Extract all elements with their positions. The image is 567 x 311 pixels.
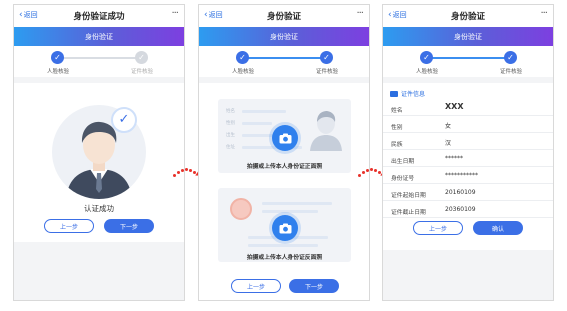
step-connector (427, 57, 511, 59)
back-label: 返回 (23, 11, 38, 19)
step-1-label: 人脸核验 (415, 69, 438, 75)
row-label: 身份证号 (391, 176, 415, 182)
row-value: 女 (445, 123, 452, 130)
page-title: 身份验证 (266, 12, 301, 22)
step-1-check-icon: ✓ (51, 51, 64, 64)
id-card-back-upload[interactable]: 拍摄或上传本人身份证反面照 (218, 188, 351, 262)
success-check-icon: ✓ (111, 107, 137, 133)
next-step-button[interactable]: 下一步 (289, 279, 339, 293)
step-1-check-icon: ✓ (420, 51, 433, 64)
step-indicator: ✓ ✓ 人脸核验 证件核验 (199, 46, 369, 83)
back-button[interactable]: ‹ 返回 (388, 10, 407, 20)
prev-step-button[interactable]: 上一步 (44, 219, 94, 233)
card-key-gender: 性别 (226, 121, 235, 126)
card-key-name: 姓名 (226, 109, 235, 114)
row-value: 20160109 (445, 189, 476, 196)
step-1-label: 人脸核验 (46, 69, 69, 75)
step-2-label: 证件核验 (130, 69, 153, 75)
row-value: 20360109 (445, 206, 476, 213)
row-value: XXX (445, 102, 464, 111)
chevron-left-icon: ‹ (388, 9, 392, 20)
more-icon[interactable]: ··· (540, 8, 547, 19)
info-row-valid-from: 证件起始日期 20160109 (383, 185, 553, 201)
id-card-icon (390, 90, 398, 97)
row-label: 证件起始日期 (391, 193, 426, 199)
portrait-icon (310, 111, 342, 151)
info-row-ethnicity: 民族 汉 (383, 134, 553, 150)
step-indicator: ✓ ✓ 人脸核验 证件核验 (14, 46, 184, 83)
step-1-label: 人脸核验 (231, 69, 254, 75)
phone-screen-id-upload: ‹ 返回 身份验证 ··· 身份验证 ✓ ✓ 人脸核验 证件核验 姓名 性别 出… (198, 4, 370, 301)
back-upload-label: 拍摄或上传本人身份证反面照 (246, 255, 323, 261)
header-banner: 身份验证 (383, 27, 553, 46)
row-value: *********** (445, 172, 478, 179)
back-label: 返回 (392, 11, 407, 19)
row-value: ****** (445, 155, 463, 162)
chevron-left-icon: ‹ (19, 9, 23, 20)
info-row-valid-until: 证件截止日期 20360109 (383, 202, 553, 218)
row-label: 出生日期 (391, 159, 415, 165)
camera-icon[interactable] (272, 215, 298, 241)
back-button[interactable]: ‹ 返回 (19, 10, 38, 20)
front-upload-label: 拍摄或上传本人身份证正面照 (246, 164, 323, 170)
header-banner: 身份验证 (14, 27, 184, 46)
confirm-button[interactable]: 确认 (473, 221, 523, 235)
phone-screen-id-info: ‹ 返回 身份验证 ··· 身份验证 ✓ ✓ 人脸核验 证件核验 证件信息 姓名… (382, 4, 554, 301)
card-key-address: 住址 (226, 145, 235, 150)
more-icon[interactable]: ··· (171, 8, 178, 19)
step-1-check-icon: ✓ (236, 51, 249, 64)
verify-status: 认证成功 (84, 204, 114, 213)
header-banner: 身份验证 (199, 27, 369, 46)
row-label: 民族 (391, 142, 403, 148)
step-indicator: ✓ ✓ 人脸核验 证件核验 (383, 46, 553, 83)
nav-bar: ‹ 返回 身份验证 ··· (199, 5, 369, 27)
step-2-label: 证件核验 (315, 69, 338, 75)
nav-bar: ‹ 返回 身份验证 ··· (383, 5, 553, 27)
row-label: 性别 (391, 125, 403, 131)
row-label: 证件截止日期 (391, 210, 426, 216)
prev-step-button[interactable]: 上一步 (231, 279, 281, 293)
next-step-button[interactable]: 下一步 (104, 219, 154, 233)
flow-arrow-1 (171, 162, 205, 182)
step-2-check-icon: ✓ (135, 51, 148, 64)
info-row-gender: 性别 女 (383, 117, 553, 133)
step-2-check-icon: ✓ (320, 51, 333, 64)
prev-step-button[interactable]: 上一步 (413, 221, 463, 235)
info-row-birthdate: 出生日期 ****** (383, 151, 553, 167)
step-2-check-icon: ✓ (504, 51, 517, 64)
nav-bar: ‹ 返回 身份验证成功 ··· (14, 5, 184, 27)
card-key-birth: 出生 (226, 133, 235, 138)
row-value: 汉 (445, 140, 452, 147)
footer-area (383, 250, 553, 300)
phone-screen-face-verified: ‹ 返回 身份验证成功 ··· 身份验证 ✓ ✓ 人脸核验 证件核验 ✓ 认证成… (13, 4, 185, 301)
camera-icon[interactable] (272, 125, 298, 151)
back-button[interactable]: ‹ 返回 (204, 10, 223, 20)
step-connector (243, 57, 327, 59)
step-2-label: 证件核验 (499, 69, 522, 75)
national-emblem-icon (230, 198, 252, 220)
chevron-left-icon: ‹ (204, 9, 208, 20)
step-connector (58, 57, 142, 59)
section-title: 证件信息 (401, 91, 426, 98)
info-row-name: 姓名 XXX (383, 100, 553, 116)
back-label: 返回 (208, 11, 223, 19)
section-header: 证件信息 (390, 89, 425, 98)
page-title: 身份验证 (450, 12, 485, 22)
info-row-id-number: 身份证号 *********** (383, 168, 553, 184)
row-label: 姓名 (391, 108, 403, 114)
more-icon[interactable]: ··· (356, 8, 363, 19)
page-title: 身份验证成功 (73, 12, 125, 22)
id-card-front-upload[interactable]: 姓名 性别 出生 住址 拍摄或上传本人身份证正面照 (218, 99, 351, 173)
footer-area (14, 242, 184, 300)
